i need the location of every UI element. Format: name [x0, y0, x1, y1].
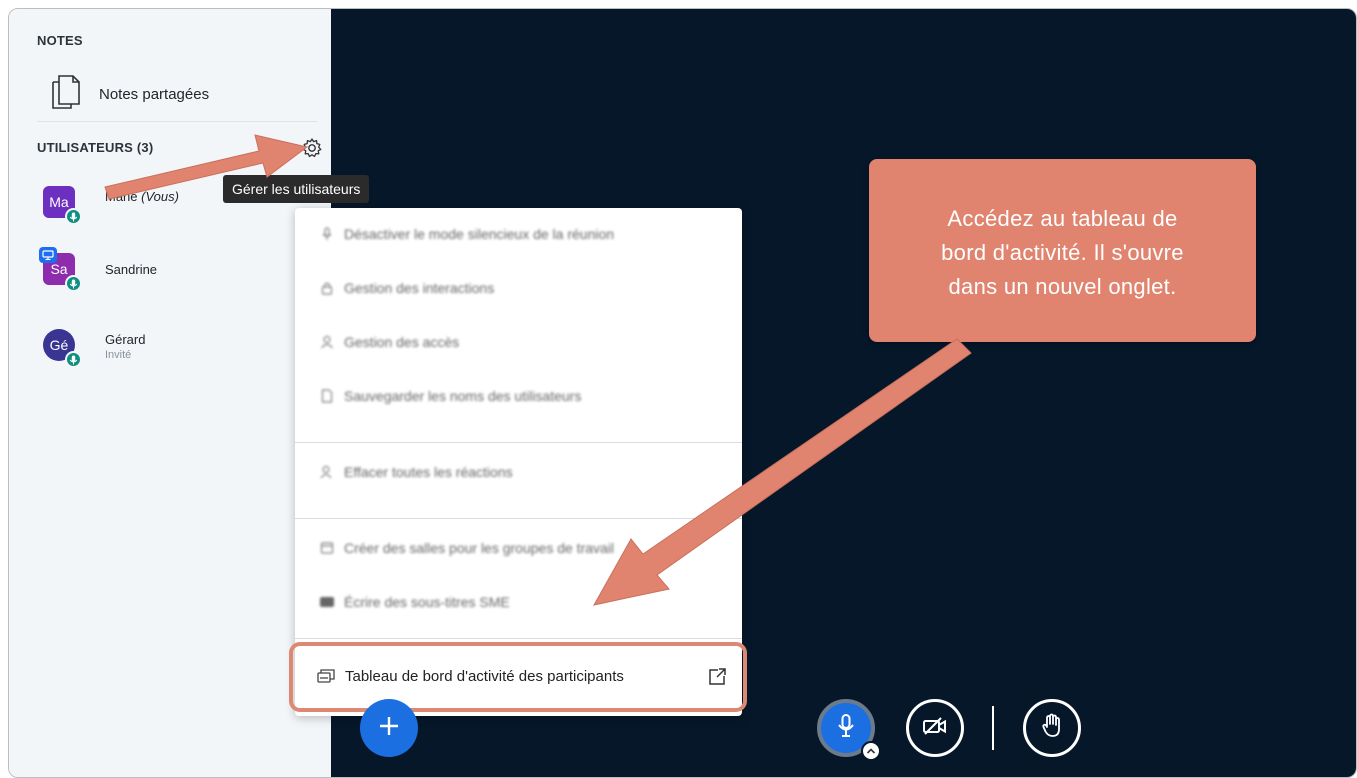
screenshot-frame: NOTES Notes partagées UTILISATEURS (3) M… — [8, 8, 1357, 778]
camera-off-icon — [922, 716, 948, 741]
users-section-title: UTILISATEURS (3) — [37, 140, 154, 155]
mic-icon — [836, 713, 856, 744]
plus-icon — [377, 714, 401, 743]
user-self-tag: (Vous) — [141, 189, 179, 204]
menu-item-interactions[interactable]: Gestion des interactions — [319, 274, 494, 302]
sidebar-divider — [37, 121, 317, 122]
menu-item-breakout-rooms[interactable]: Créer des salles pour les groupes de tra… — [319, 534, 614, 562]
user-name: Gérard — [105, 332, 146, 347]
menu-divider — [295, 638, 742, 639]
manage-users-menu: Désactiver le mode silencieux de la réun… — [295, 208, 742, 716]
chevron-up-icon — [866, 742, 876, 760]
add-action-button[interactable] — [360, 699, 418, 757]
lock-icon — [319, 280, 335, 296]
raise-hand-button[interactable] — [1023, 699, 1081, 757]
hand-icon — [1041, 713, 1063, 744]
menu-item-activity-dashboard[interactable]: Tableau de bord d'activité des participa… — [317, 661, 727, 691]
menu-item-clear-reactions[interactable]: Effacer toutes les réactions — [319, 458, 513, 486]
presenter-icon — [39, 247, 57, 263]
audio-options-button[interactable] — [861, 741, 881, 761]
menu-item-label: Écrire des sous-titres SME — [344, 594, 510, 610]
mic-icon — [65, 351, 82, 368]
document-icon — [319, 388, 335, 404]
menu-item-label: Gestion des accès — [344, 334, 460, 350]
menu-divider — [295, 442, 742, 443]
clear-reactions-icon — [319, 464, 335, 480]
camera-button[interactable] — [906, 699, 964, 757]
annotation-callout: Accédez au tableau de bord d'activité. I… — [869, 159, 1256, 342]
user-role: Invité — [105, 349, 132, 361]
mic-icon — [65, 275, 82, 292]
callout-line: Accédez au tableau de — [947, 206, 1178, 231]
menu-item-captions[interactable]: Écrire des sous-titres SME — [319, 588, 510, 616]
user-list-item[interactable]: Gé Gérard Invité — [43, 329, 313, 373]
user-name: Sandrine — [105, 262, 158, 277]
menu-item-save-names[interactable]: Sauvegarder les noms des utilisateurs — [319, 382, 581, 410]
menu-item-label: Sauvegarder les noms des utilisateurs — [344, 388, 582, 404]
rooms-icon — [319, 540, 335, 556]
menu-divider — [295, 518, 742, 519]
user-list-item[interactable]: Sa Sandrine — [39, 247, 313, 297]
user-icon — [319, 334, 335, 350]
notes-section-title: NOTES — [37, 33, 83, 48]
gear-icon[interactable] — [301, 137, 323, 159]
user-name: Marie (Vous) — [105, 189, 179, 204]
menu-item-unmute-all[interactable]: Désactiver le mode silencieux de la réun… — [319, 220, 614, 248]
shared-notes-item[interactable]: Notes partagées — [49, 71, 319, 117]
menu-item-label: Créer des salles pour les groupes de tra… — [344, 540, 615, 556]
user-name-text: Marie — [105, 189, 138, 204]
shared-notes-label: Notes partagées — [99, 85, 210, 103]
manage-users-tooltip: Gérer les utilisateurs — [223, 175, 370, 203]
closed-captions-icon — [319, 594, 335, 610]
menu-item-label: Gestion des interactions — [344, 280, 495, 296]
controls-separator — [992, 706, 994, 750]
callout-line: bord d'activité. Il s'ouvre — [941, 240, 1184, 265]
menu-item-label: Effacer toutes les réactions — [344, 464, 513, 480]
menu-item-label: Désactiver le mode silencieux de la réun… — [344, 226, 615, 242]
dashboard-icon — [317, 669, 335, 683]
menu-item-access[interactable]: Gestion des accès — [319, 328, 459, 356]
mic-icon — [65, 208, 82, 225]
external-link-icon — [707, 667, 727, 691]
mic-icon — [319, 226, 335, 242]
callout-line: dans un nouvel onglet. — [948, 274, 1177, 299]
sidebar: NOTES Notes partagées UTILISATEURS (3) M… — [9, 9, 331, 777]
menu-item-label: Tableau de bord d'activité des participa… — [345, 667, 624, 685]
document-icon — [49, 74, 81, 115]
avatar-initials: Gé — [49, 337, 69, 353]
avatar-initials: Ma — [49, 194, 69, 210]
avatar-initials: Sa — [50, 261, 68, 277]
